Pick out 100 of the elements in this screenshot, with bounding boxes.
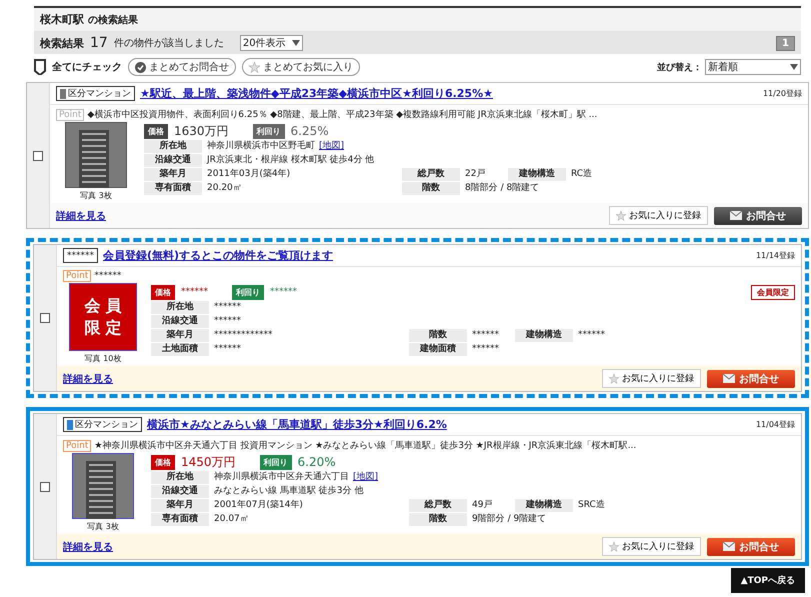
back-to-top-button[interactable]: ▲TOPへ戻る <box>730 568 805 593</box>
point-text: ★神奈川県横浜市中区弁天通六丁目 投資用マンション ★みなとみらい線「馬車道駅」徒歩3分 ★JR根岸線・JR京浜東北線「桜木町駅... <box>94 440 636 452</box>
yield-value: ****** <box>270 287 297 297</box>
yield-tag: 利回り <box>252 124 285 138</box>
checkbox[interactable] <box>40 313 50 323</box>
map-link[interactable]: [地図] <box>353 471 378 484</box>
building-icon <box>60 88 66 98</box>
per-page-select[interactable]: 20件表示 <box>240 35 303 51</box>
spec-label: 築年月 <box>151 499 209 512</box>
spec-value: ****** <box>214 315 241 328</box>
spec-value: JR京浜東北・根岸線 桜木町駅 徒歩4分 他 <box>207 154 374 167</box>
listing-title-link[interactable]: ★駅近、最上階、築浅物件◆平成23年築◆横浜市中区★利回り6.25%★ <box>140 86 493 101</box>
spec-value: ****** <box>472 329 499 342</box>
spec-label: 建物構造 <box>508 168 566 181</box>
inquiry-button[interactable]: お問合せ <box>714 206 802 224</box>
star-icon <box>609 542 619 552</box>
map-link[interactable]: [地図] <box>319 140 344 153</box>
check-circle-icon <box>135 62 146 72</box>
spec-label: 所在地 <box>151 301 209 314</box>
spec-label: 階数 <box>402 182 460 195</box>
listing-title-link[interactable]: 会員登録(無料)するとこの物件をご覧頂けます <box>103 248 334 263</box>
spec-label: 沿線交通 <box>151 315 209 328</box>
caret-icon <box>790 64 798 70</box>
spec-label: 建物構造 <box>515 329 573 342</box>
spec-label: 所在地 <box>144 140 202 153</box>
inquiry-button[interactable]: お問合せ <box>707 370 795 388</box>
point-label: Point <box>63 270 92 282</box>
listing-date: 11/14登録 <box>756 250 795 261</box>
property-type-tag: 区分マンション <box>63 417 142 432</box>
spec-value: 20.07㎡ <box>214 513 249 526</box>
star-icon <box>609 374 619 384</box>
details-link[interactable]: 詳細を見る <box>56 208 106 222</box>
price-tag: 価格 <box>151 454 175 470</box>
spec-label: 築年月 <box>151 329 209 342</box>
spec-label: 建物構造 <box>515 499 573 512</box>
spec-label: 専有面積 <box>144 182 202 195</box>
yield-value: 6.25% <box>290 124 329 138</box>
check-all-link[interactable]: 全てにチェック <box>52 60 122 74</box>
spec-value: 8階部分 / 8階建て <box>465 182 540 195</box>
spec-label: 総戸数 <box>409 499 467 512</box>
sort-label: 並び替え： <box>657 61 702 74</box>
favorite-button[interactable]: お気に入りに登録 <box>602 537 701 556</box>
station-name: 桜木町駅 <box>40 12 84 27</box>
heading-suffix: の検索結果 <box>88 14 138 27</box>
checkbox[interactable] <box>40 482 50 492</box>
point-label: Point <box>56 108 84 120</box>
price-tag: 価格 <box>144 124 168 138</box>
spec-label: 築年月 <box>144 168 202 181</box>
checkbox[interactable] <box>33 150 43 160</box>
inquiry-button[interactable]: お問合せ <box>707 538 795 556</box>
spec-value: みなとみらい線 馬車道駅 徒歩3分 他 <box>214 485 364 498</box>
spec-label: 総戸数 <box>402 168 460 181</box>
sort-select[interactable]: 新着順 <box>705 59 801 75</box>
envelope-icon <box>723 374 735 383</box>
property-type-tag: ****** <box>63 248 98 263</box>
spec-value: ****** <box>578 329 605 342</box>
yield-value: 6.20% <box>298 455 336 469</box>
spec-value: 9階部分 / 9階建て <box>472 513 546 526</box>
spec-value: ************* <box>214 329 272 342</box>
spec-label: 階数 <box>409 329 467 342</box>
spec-value: ****** <box>472 343 499 356</box>
yield-tag: 利回り <box>260 454 292 470</box>
spec-value: 20.20㎡ <box>207 182 242 195</box>
spec-value: SRC造 <box>578 499 605 512</box>
caret-icon <box>292 40 300 46</box>
listing-date: 11/20登録 <box>762 88 802 99</box>
spec-label: 所在地 <box>151 471 209 484</box>
spec-label: 沿線交通 <box>144 154 202 167</box>
price-tag: 価格 <box>151 284 175 300</box>
favorite-button[interactable]: お気に入りに登録 <box>602 369 701 388</box>
spec-value: 49戸 <box>472 499 492 512</box>
details-link[interactable]: 詳細を見る <box>63 540 113 554</box>
star-icon <box>249 62 260 72</box>
envelope-icon <box>723 542 735 551</box>
point-text: ****** <box>94 271 122 281</box>
property-type-tag: 区分マンション <box>56 86 135 101</box>
building-photo-placeholder <box>65 122 127 188</box>
bulk-favorite-button[interactable]: まとめてお気に入り <box>242 58 360 76</box>
spec-label: 専有面積 <box>151 513 209 526</box>
photo-count: 写真 3枚 <box>87 521 119 532</box>
point-label: Point <box>63 440 92 452</box>
building-photo-placeholder <box>72 453 134 519</box>
listing-date: 11/04登録 <box>756 419 795 430</box>
spec-label: 建物面積 <box>409 343 467 356</box>
spec-value: 神奈川県横浜市中区野毛町 <box>207 140 315 153</box>
spec-label: 階数 <box>409 513 467 526</box>
star-icon <box>616 210 626 220</box>
spec-value: ****** <box>214 301 241 314</box>
details-link[interactable]: 詳細を見る <box>63 372 113 386</box>
photo-count: 写真 3枚 <box>80 190 112 201</box>
listing-title-link[interactable]: 横浜市★みなとみらい線「馬車道駅」徒歩3分★利回り6.2% <box>147 417 447 432</box>
building-icon <box>67 420 73 430</box>
spec-value: 神奈川県横浜市中区弁天通六丁目 <box>214 471 349 484</box>
favorite-button[interactable]: お気に入りに登録 <box>609 206 708 225</box>
bulk-inquiry-button[interactable]: まとめてお問合せ <box>128 58 236 76</box>
members-only-badge: 会員限定 <box>751 284 795 300</box>
spec-label: 沿線交通 <box>151 485 209 498</box>
members-only-block: 会員限定 <box>69 283 137 351</box>
yield-tag: 利回り <box>232 284 264 300</box>
spec-value: ****** <box>214 343 241 356</box>
